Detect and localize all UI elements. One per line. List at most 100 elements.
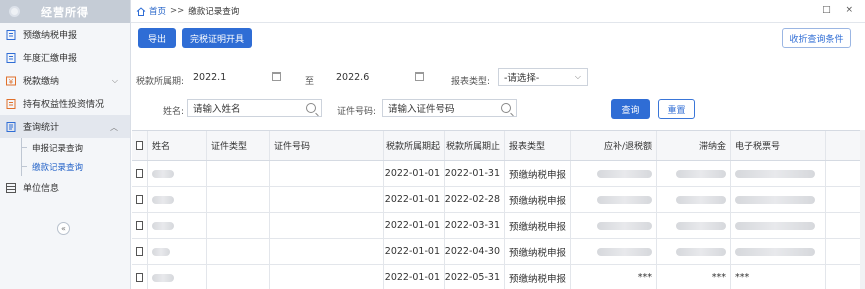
id-number-cell (270, 213, 384, 238)
row-checkbox[interactable] (136, 195, 143, 204)
row-spacer (826, 265, 860, 289)
redacted-late-fee (676, 169, 726, 178)
calendar-icon[interactable] (272, 72, 281, 81)
document-icon (6, 52, 16, 63)
search-icon[interactable] (306, 103, 316, 113)
sidebar-item-label: 预缴纳税申报 (23, 31, 78, 41)
row-checkbox-cell (132, 265, 148, 289)
period-start-cell: 2022-01-01 (384, 187, 445, 212)
period-end-cell: 2022-05-31 (445, 265, 505, 289)
row-checkbox-cell (132, 187, 148, 212)
redacted-ticket (735, 221, 815, 230)
row-spacer (826, 213, 860, 238)
home-icon[interactable] (136, 6, 146, 16)
report-type-cell: 预缴纳税申报 (505, 213, 571, 238)
column-header[interactable]: 电子税票号 (731, 131, 826, 160)
redacted-name (152, 169, 174, 178)
table-row[interactable]: 2022-01-01 2022-02-28 预缴纳税申报 (132, 187, 860, 213)
late-fee-cell: *** (657, 265, 731, 289)
name-cell (148, 239, 207, 264)
row-checkbox[interactable] (136, 273, 143, 282)
name-label: 姓名: (163, 107, 185, 117)
sidebar-item-equity-investment[interactable]: 持有权益性投资情况 (0, 92, 130, 115)
row-spacer (826, 161, 860, 186)
to-label: 至 (305, 77, 315, 87)
redacted-late-fee (676, 195, 726, 204)
window-controls[interactable]: □ × (822, 5, 859, 15)
column-header[interactable]: 滞纳金 (657, 131, 731, 160)
period-end-input[interactable]: 2022.6 (330, 68, 428, 86)
query-button[interactable]: 查询 (611, 99, 650, 119)
collapse-sidebar-icon[interactable]: « (57, 222, 70, 235)
report-icon (6, 121, 16, 132)
breadcrumb-separator: >> (170, 6, 185, 16)
sidebar-item-annual-declaration[interactable]: 年度汇缴申报 (0, 46, 130, 69)
period-start-value: 2022.1 (193, 71, 227, 83)
column-header[interactable]: 证件号码 (270, 131, 384, 160)
column-header-spacer (826, 131, 860, 160)
id-type-cell (207, 187, 270, 212)
id-type-cell (207, 213, 270, 238)
amount-cell (571, 161, 657, 186)
collapse-query-button[interactable]: 收折查询条件 (782, 28, 851, 48)
report-type-label: 报表类型: (451, 77, 491, 87)
redacted-late-fee (676, 247, 726, 256)
redacted-amount (597, 221, 652, 230)
chevron-up-icon[interactable]: ︿ (110, 122, 118, 133)
column-header[interactable]: 证件类型 (207, 131, 270, 160)
calendar-icon[interactable] (415, 72, 424, 81)
sidebar-header: 经营所得 (0, 0, 130, 23)
report-type-value: -请选择- (504, 73, 540, 84)
row-checkbox-cell (132, 213, 148, 238)
period-start-cell: 2022-01-01 (384, 239, 445, 264)
column-header[interactable]: 应补/退税额 (571, 131, 657, 160)
breadcrumb: 首页 >> 缴款记录查询 □ × (131, 0, 865, 23)
chevron-down-icon[interactable]: ⌵ (112, 76, 118, 86)
column-header[interactable]: 报表类型 (505, 131, 571, 160)
id-type-cell (207, 239, 270, 264)
sidebar-item-unit-info[interactable]: 单位信息 (0, 176, 130, 199)
id-number-input[interactable]: 请输入证件号码 (382, 99, 517, 117)
sidebar: 经营所得 预缴纳税申报 年度汇缴申报 ¥ 税款缴纳 ⌵ 持有权益性投资情况 查询… (0, 0, 131, 289)
period-start-cell: 2022-01-01 (384, 213, 445, 238)
reset-button[interactable]: 重置 (658, 99, 695, 119)
sidebar-subitem-declaration-records[interactable]: 申报记录查询 (0, 138, 130, 157)
row-checkbox-cell (132, 161, 148, 186)
sidebar-item-tax-payment[interactable]: ¥ 税款缴纳 ⌵ (0, 69, 130, 92)
row-spacer (826, 239, 860, 264)
name-input[interactable]: 请输入姓名 (187, 99, 322, 117)
redacted-name (152, 221, 174, 230)
vertical-scrollbar[interactable] (860, 130, 865, 289)
column-header[interactable]: 税款所属期起 (384, 131, 445, 160)
select-all-checkbox[interactable] (136, 141, 143, 150)
column-header[interactable]: 税款所属期止 (445, 131, 505, 160)
row-checkbox-cell (132, 239, 148, 264)
tax-certificate-button[interactable]: 完税证明开具 (182, 28, 252, 48)
table-row[interactable]: 2022-01-01 2022-05-31 预缴纳税申报 *** *** *** (132, 265, 860, 289)
report-type-select[interactable]: -请选择- ⌵ (498, 68, 588, 86)
row-checkbox[interactable] (136, 247, 143, 256)
table-row[interactable]: 2022-01-01 2022-04-30 预缴纳税申报 (132, 239, 860, 265)
period-start-input[interactable]: 2022.1 (187, 68, 285, 86)
sidebar-item-label: 持有权益性投资情况 (23, 100, 105, 110)
id-type-cell (207, 265, 270, 289)
sidebar-subitem-payment-records[interactable]: 缴款记录查询 (0, 157, 130, 176)
sidebar-item-prepay-declaration[interactable]: 预缴纳税申报 (0, 23, 130, 46)
records-table: 姓名 证件类型 证件号码 税款所属期起 税款所属期止 报表类型 应补/退税额 滞… (132, 130, 860, 289)
export-button[interactable]: 导出 (138, 28, 176, 48)
id-type-cell (207, 161, 270, 186)
row-checkbox[interactable] (136, 221, 143, 230)
table-row[interactable]: 2022-01-01 2022-03-31 预缴纳税申报 (132, 213, 860, 239)
row-checkbox[interactable] (136, 169, 143, 178)
column-header[interactable]: 姓名 (148, 131, 207, 160)
redacted-ticket (735, 169, 815, 178)
amount-cell (571, 239, 657, 264)
breadcrumb-home-link[interactable]: 首页 (149, 5, 166, 17)
sidebar-item-query-statistics[interactable]: 查询统计 ︿ (0, 115, 130, 138)
report-type-cell: 预缴纳税申报 (505, 161, 571, 186)
late-fee-cell (657, 187, 731, 212)
ticket-cell (731, 187, 826, 212)
table-row[interactable]: 2022-01-01 2022-01-31 预缴纳税申报 (132, 161, 860, 187)
tax-logo-icon (9, 6, 20, 17)
search-icon[interactable] (501, 103, 511, 113)
